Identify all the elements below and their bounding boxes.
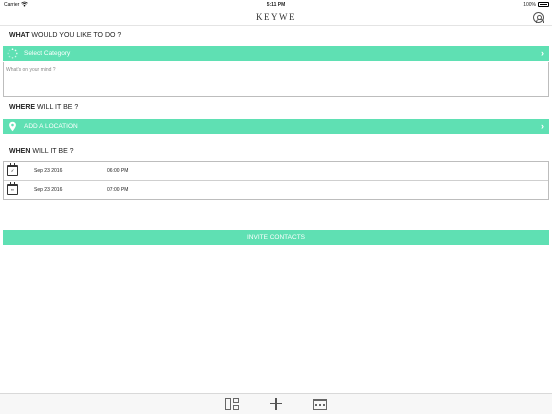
- status-bar: Carrier 5:11 PM 100%: [0, 0, 552, 10]
- calendar-check-icon: ✓: [7, 163, 18, 176]
- chevron-right-icon: ›: [541, 121, 544, 131]
- user-circle-icon[interactable]: [533, 12, 544, 23]
- tab-bar: [0, 393, 552, 414]
- calendar-end-icon: ▪▪: [7, 182, 18, 195]
- start-datetime-row[interactable]: ✓ Sep 23 2016 06:00 PM: [4, 162, 548, 180]
- what-section-label: WHAT WOULD YOU LIKE TO DO ?: [9, 32, 121, 39]
- what-label-bold: WHAT: [9, 32, 30, 39]
- select-category-button[interactable]: Select Category ›: [3, 46, 549, 61]
- invite-contacts-button[interactable]: INVITE CONTACTS: [3, 230, 549, 245]
- when-label-bold: WHEN: [9, 148, 31, 155]
- what-label-rest: WOULD YOU LIKE TO DO ?: [29, 32, 122, 39]
- add-location-button[interactable]: ADD A LOCATION ›: [3, 119, 549, 134]
- start-time[interactable]: 06:00 PM: [107, 168, 128, 174]
- app-title: KEYWE: [256, 12, 296, 22]
- end-date[interactable]: Sep 23 2016: [34, 187, 62, 193]
- where-label-rest: WILL IT BE ?: [35, 104, 79, 111]
- when-label-rest: WILL IT BE ?: [30, 148, 74, 155]
- end-datetime-row[interactable]: ▪▪ Sep 23 2016 07:00 PM: [4, 181, 548, 199]
- when-box: ✓ Sep 23 2016 06:00 PM ▪▪ Sep 23 2016 07…: [3, 161, 549, 200]
- end-time[interactable]: 07:00 PM: [107, 187, 128, 193]
- clock: 5:11 PM: [266, 2, 286, 8]
- chevron-right-icon: ›: [541, 48, 544, 58]
- navigation-bar: KEYWE: [0, 10, 552, 26]
- add-icon[interactable]: [268, 397, 284, 411]
- select-category-label: Select Category: [24, 50, 71, 57]
- description-textarea[interactable]: What's on your mind ?: [3, 62, 549, 97]
- battery-icon: [538, 2, 549, 7]
- where-label-bold: WHERE: [9, 104, 36, 111]
- when-section-label: WHEN WILL IT BE ?: [9, 148, 74, 155]
- layout-grid-icon[interactable]: [224, 397, 240, 411]
- where-section-label: WHERE WILL IT BE ?: [9, 104, 78, 111]
- description-placeholder: What's on your mind ?: [6, 67, 56, 73]
- calendar-icon[interactable]: [312, 397, 328, 411]
- map-pin-icon: [9, 121, 16, 132]
- add-location-label: ADD A LOCATION: [24, 123, 78, 130]
- start-date[interactable]: Sep 23 2016: [34, 168, 62, 174]
- spinner-icon: [7, 48, 18, 59]
- battery-percent: 100%: [523, 2, 536, 8]
